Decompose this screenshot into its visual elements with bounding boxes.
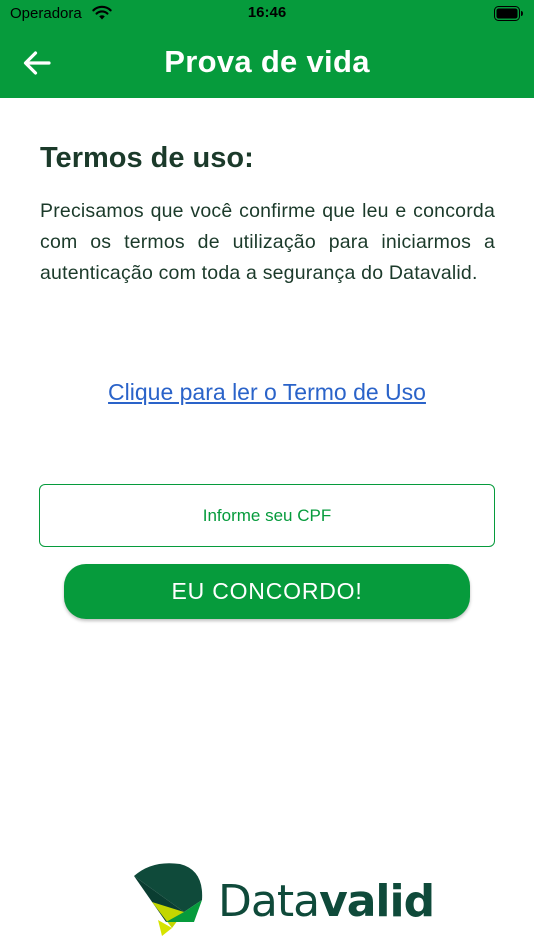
datavalid-wordmark: Datavalid (218, 876, 435, 927)
section-title: Termos de uso: (40, 142, 254, 174)
terms-of-use-link[interactable]: Clique para ler o Termo de Uso (0, 379, 534, 406)
status-time: 16:46 (247, 4, 287, 21)
agree-button[interactable]: EU CONCORDO! (64, 564, 470, 619)
status-bar: Operadora 16:46 (0, 0, 534, 28)
battery-icon (494, 6, 523, 21)
cpf-input[interactable]: Informe seu CPF (39, 484, 495, 547)
page-title: Prova de vida (164, 44, 370, 79)
terms-description: Precisamos que você confirme que leu e c… (40, 200, 495, 284)
datavalid-logo-icon (134, 863, 203, 936)
logo-text-light: Data (218, 876, 320, 927)
header-bar: Prova de vida (0, 28, 534, 98)
datavalid-logo: Datavalid (132, 860, 435, 940)
logo-text-bold: valid (319, 876, 435, 927)
